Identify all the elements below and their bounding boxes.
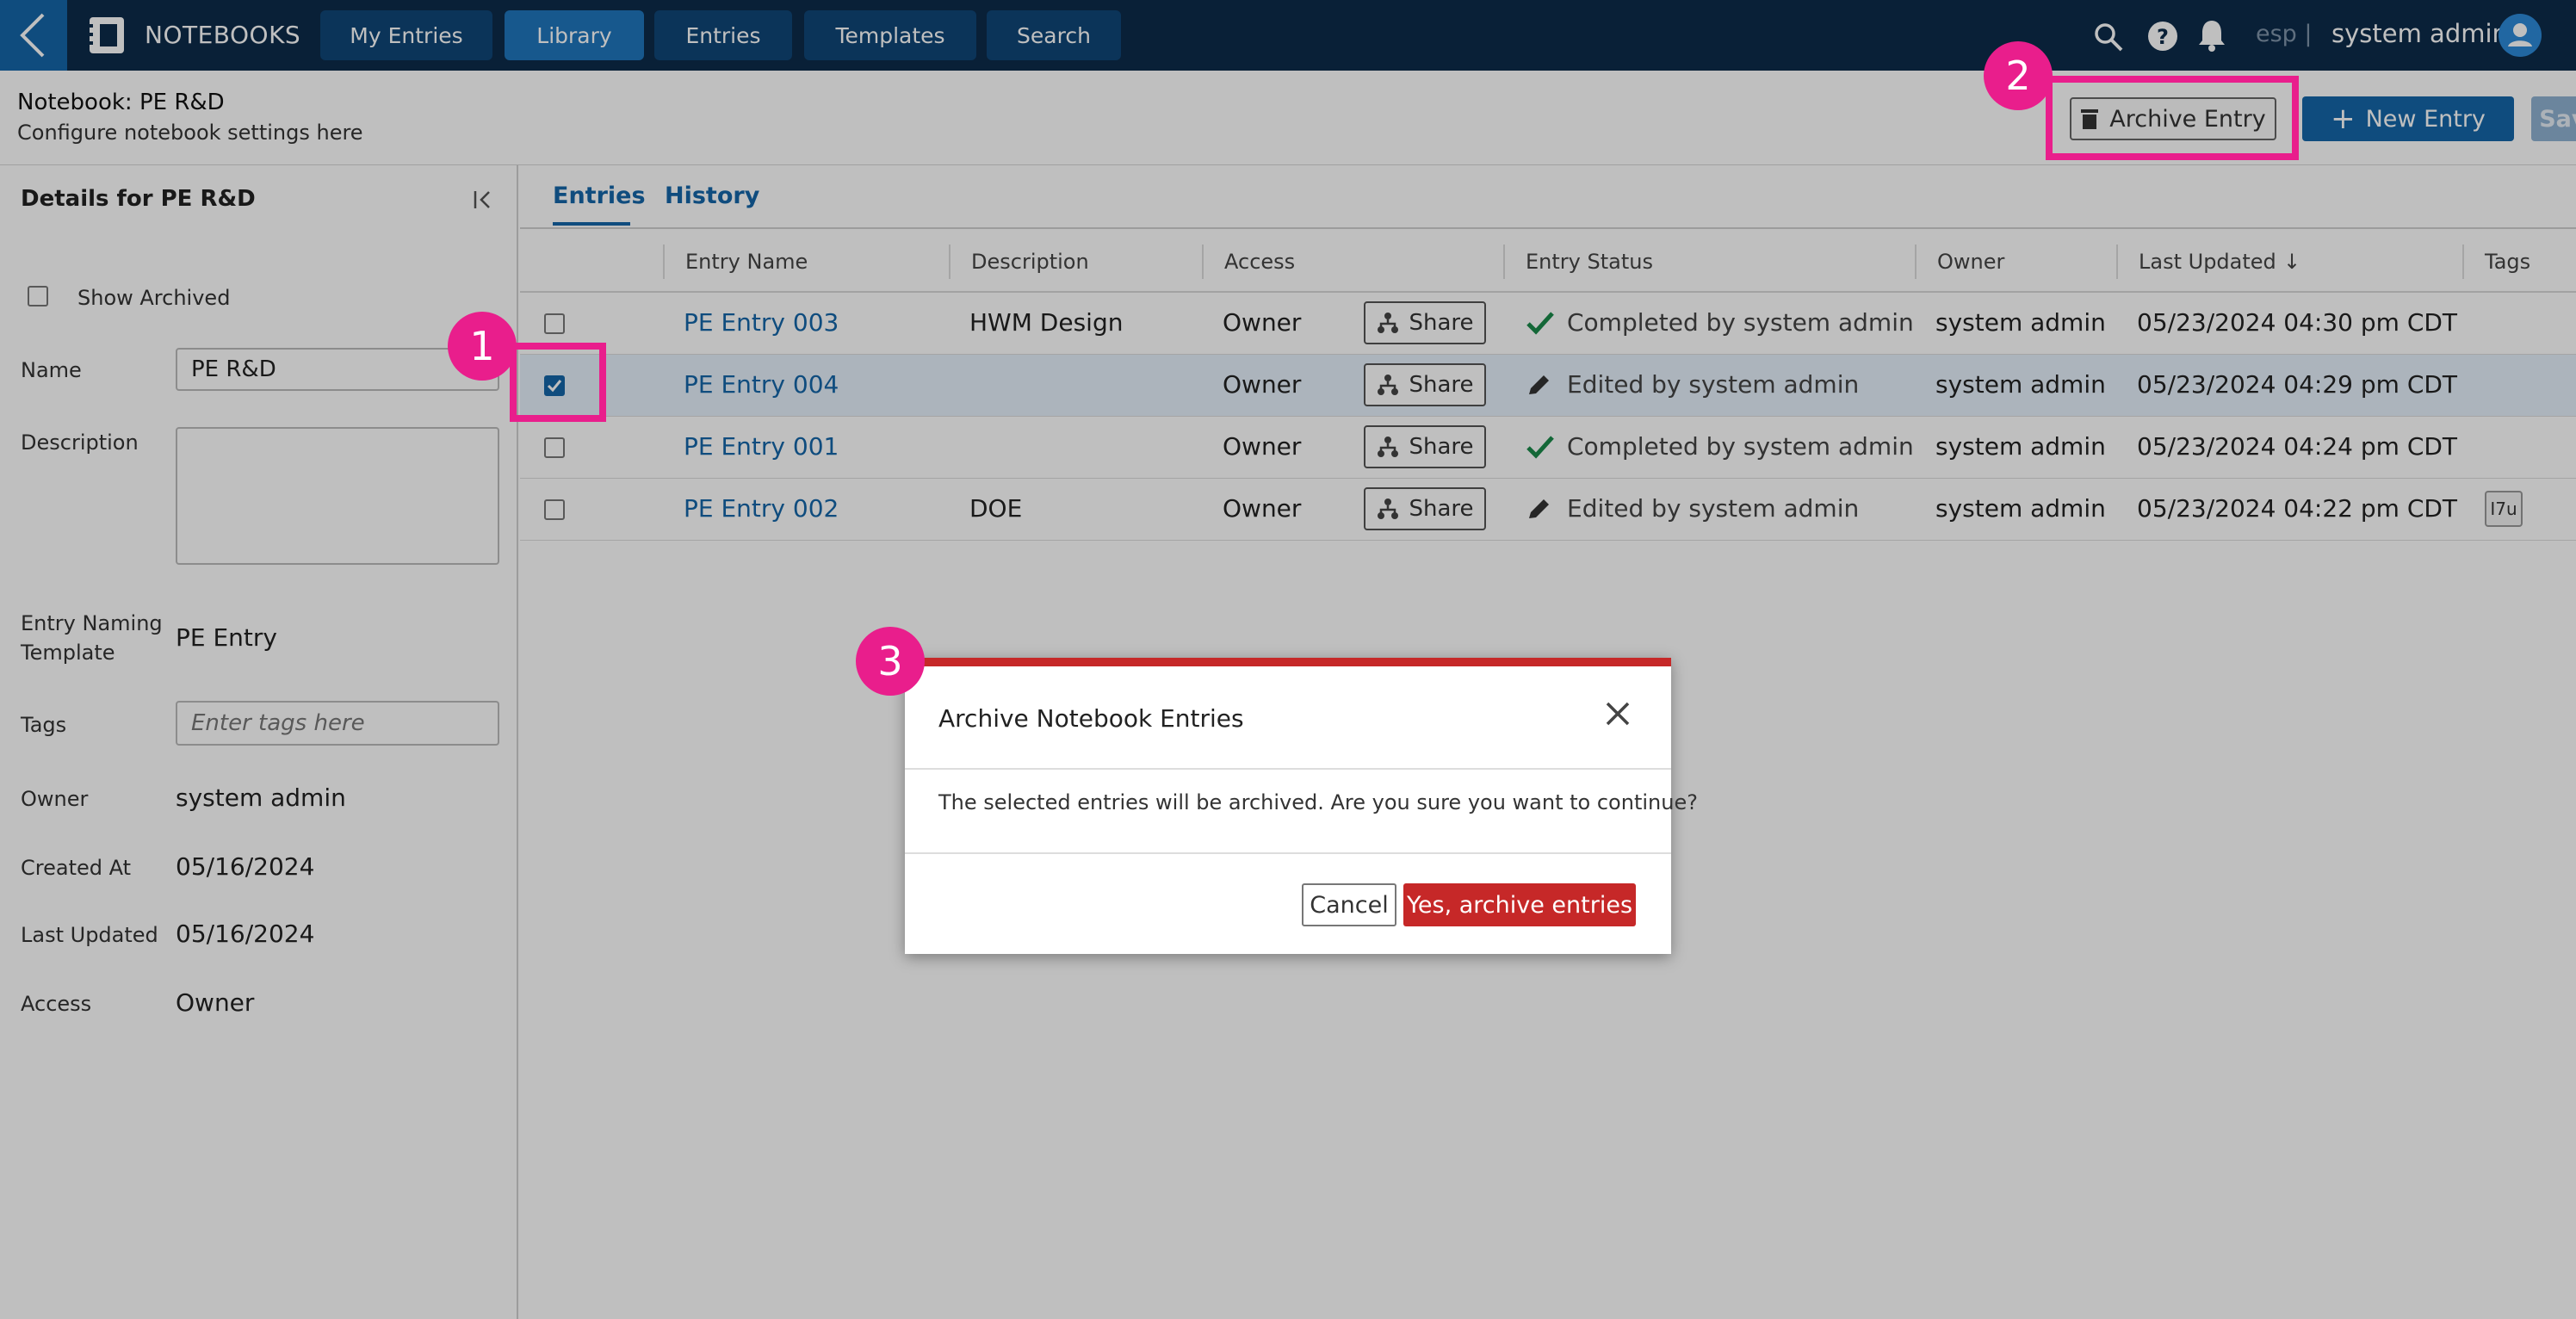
- dialog-divider: [905, 768, 1671, 770]
- callout-highlight-archive: [2046, 76, 2299, 160]
- callout-highlight-checkbox: [510, 343, 606, 422]
- confirm-archive-button[interactable]: Yes, archive entries: [1403, 883, 1636, 926]
- dialog-divider: [905, 852, 1671, 854]
- close-icon[interactable]: [1603, 699, 1632, 728]
- callout-number-3: 3: [856, 627, 925, 696]
- dialog-message: The selected entries will be archived. A…: [938, 790, 1698, 814]
- callout-number-2: 2: [1984, 41, 2053, 110]
- callout-number-1: 1: [448, 312, 517, 381]
- dialog-title: Archive Notebook Entries: [938, 704, 1244, 733]
- cancel-button[interactable]: Cancel: [1302, 883, 1396, 926]
